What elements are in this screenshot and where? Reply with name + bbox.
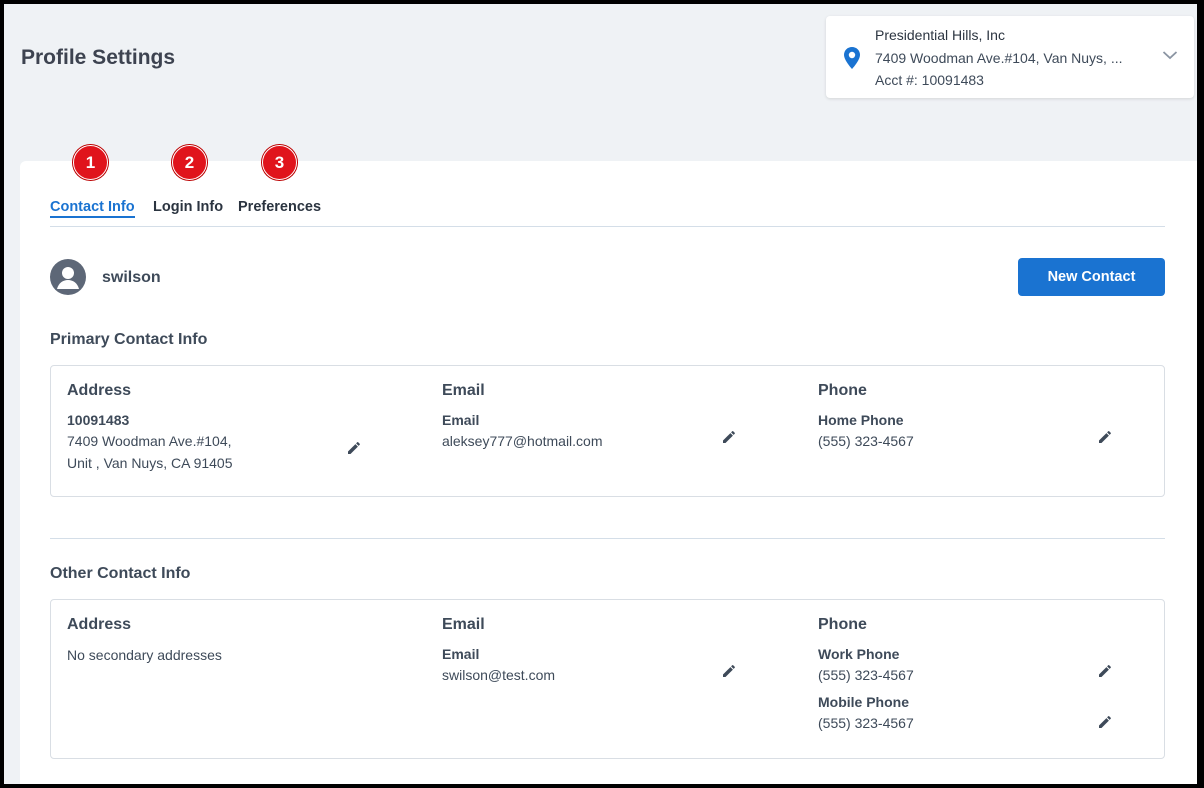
primary-phone-column: Phone Home Phone (555) 323-4567	[818, 382, 914, 452]
username: swilson	[102, 269, 161, 286]
profile-panel: 1 2 3 Contact Info Login Info Preference…	[20, 145, 1197, 784]
tab-preferences[interactable]: Preferences	[238, 199, 321, 215]
step-badge-3: 3	[262, 145, 297, 180]
new-contact-button[interactable]: New Contact	[1018, 258, 1165, 296]
mobile-phone-value: (555) 323-4567	[818, 715, 914, 731]
address-heading: Address	[67, 616, 132, 633]
section-divider	[50, 538, 1165, 539]
email-value: aleksey777@hotmail.com	[442, 433, 603, 449]
phone-value: (555) 323-4567	[818, 433, 914, 449]
other-contact-title: Other Contact Info	[50, 565, 191, 582]
primary-contact-title: Primary Contact Info	[50, 331, 208, 348]
address-line1: 7409 Woodman Ave.#104,	[67, 433, 232, 449]
primary-address-column: Address 10091483 7409 Woodman Ave.#104, …	[67, 382, 233, 474]
email-label: Email	[442, 412, 480, 428]
account-address: 7409 Woodman Ave.#104, Van Nuys, ...	[875, 50, 1123, 66]
user-icon	[57, 267, 79, 289]
other-contact-card: Address No secondary addresses Email Ema…	[50, 599, 1165, 759]
edit-pencil-icon[interactable]	[721, 663, 737, 679]
app-frame: Profile Settings Presidential Hills, Inc…	[4, 4, 1197, 784]
other-address-column: Address No secondary addresses	[67, 616, 222, 666]
account-name: Presidential Hills, Inc	[875, 27, 1005, 43]
account-number: Acct #: 10091483	[875, 72, 984, 88]
page-title: Profile Settings	[21, 46, 176, 69]
tab-divider	[50, 226, 1165, 227]
chevron-down-icon[interactable]	[1162, 49, 1178, 61]
email-heading: Email	[442, 382, 485, 399]
address-number: 10091483	[67, 412, 130, 428]
other-phone-column: Phone Work Phone (555) 323-4567 Mobile P…	[818, 616, 914, 734]
location-pin-icon	[844, 47, 860, 69]
edit-pencil-icon[interactable]	[1097, 663, 1113, 679]
other-email-column: Email Email swilson@test.com	[442, 616, 555, 686]
email-label: Email	[442, 646, 480, 662]
phone-heading: Phone	[818, 616, 867, 633]
email-value: swilson@test.com	[442, 667, 556, 683]
tab-contact-info[interactable]: Contact Info	[50, 199, 135, 218]
email-heading: Email	[442, 616, 485, 633]
address-line2: Unit , Van Nuys, CA 91405	[67, 455, 233, 471]
avatar	[50, 259, 86, 295]
phone-heading: Phone	[818, 382, 867, 399]
tab-login-info[interactable]: Login Info	[153, 199, 223, 215]
step-badge-1: 1	[73, 145, 108, 180]
mobile-phone-label: Mobile Phone	[818, 694, 909, 710]
edit-pencil-icon[interactable]	[1097, 429, 1113, 445]
work-phone-value: (555) 323-4567	[818, 667, 914, 683]
primary-contact-card: Address 10091483 7409 Woodman Ave.#104, …	[50, 365, 1165, 497]
step-badge-2: 2	[172, 145, 207, 180]
edit-pencil-icon[interactable]	[1097, 714, 1113, 730]
work-phone-label: Work Phone	[818, 646, 900, 662]
address-heading: Address	[67, 382, 132, 399]
account-selector[interactable]: Presidential Hills, Inc 7409 Woodman Ave…	[826, 16, 1194, 98]
edit-pencil-icon[interactable]	[346, 440, 362, 456]
phone-label: Home Phone	[818, 412, 904, 428]
primary-email-column: Email Email aleksey777@hotmail.com	[442, 382, 603, 452]
no-secondary-address: No secondary addresses	[67, 647, 222, 663]
edit-pencil-icon[interactable]	[721, 429, 737, 445]
